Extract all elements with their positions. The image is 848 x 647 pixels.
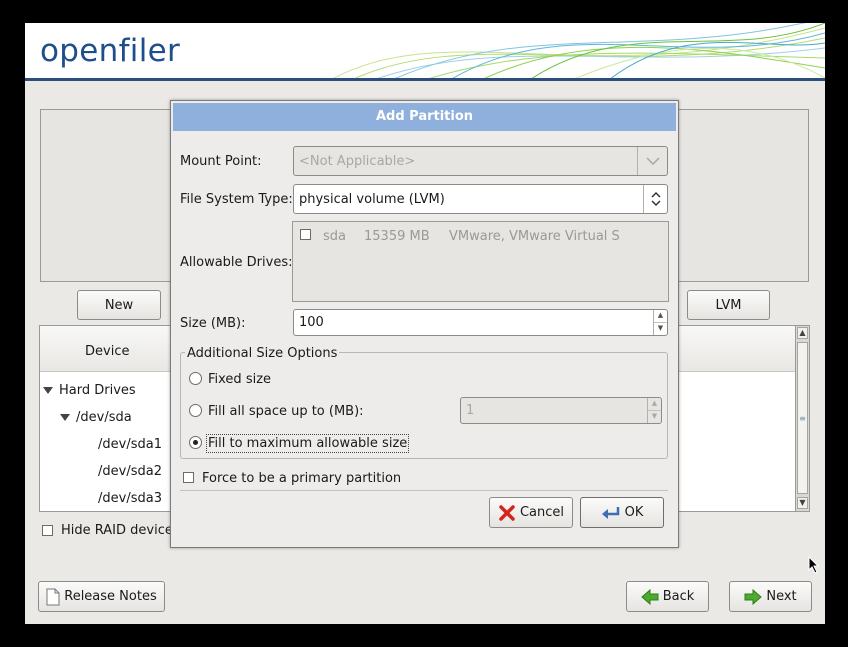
drive-model: VMware, VMware Virtual S (449, 229, 620, 244)
new-button[interactable]: New (77, 290, 161, 320)
mouse-pointer-icon (808, 556, 820, 574)
document-icon (46, 588, 60, 605)
fill-up-to-spinbutton: 1 ▲ ▼ (460, 397, 662, 424)
expander-icon[interactable] (60, 414, 70, 421)
tree-row[interactable]: /dev/sda (60, 410, 132, 425)
enter-arrow-icon (601, 506, 619, 519)
hide-raid-checkbox[interactable] (42, 525, 53, 536)
cancel-x-icon (499, 504, 515, 521)
tree-row-label: /dev/sda3 (98, 491, 162, 506)
tree-row[interactable]: /dev/sda2 (98, 464, 162, 479)
tree-row-label: /dev/sda1 (98, 437, 162, 452)
drive-name: sda (323, 229, 346, 244)
spin-down-icon[interactable]: ▼ (654, 323, 667, 336)
tree-row-label: /dev/sda (76, 410, 132, 425)
size-spinbutton[interactable]: 100 ▲ ▼ (293, 309, 668, 336)
hide-raid-label: Hide RAID device/ (61, 523, 178, 538)
updown-arrows-icon[interactable] (643, 185, 667, 213)
column-device[interactable]: Device (85, 344, 129, 359)
release-notes-label: Release Notes (64, 589, 157, 604)
banner-swoosh (333, 23, 825, 78)
spin-up-icon: ▲ (648, 398, 661, 411)
fixed-size-radio[interactable] (189, 372, 202, 385)
back-arrow-icon (640, 588, 659, 605)
new-button-label: New (104, 297, 134, 313)
fs-type-value: physical volume (LVM) (299, 191, 445, 207)
back-button[interactable]: Back (626, 581, 709, 612)
spin-up-icon[interactable]: ▲ (654, 310, 667, 323)
fs-type-label: File System Type: (180, 192, 293, 207)
fill-up-to-radio[interactable] (189, 404, 202, 417)
fill-up-to-stepper: ▲ ▼ (647, 398, 661, 423)
fill-max-radio[interactable] (189, 436, 202, 449)
mount-point-label: Mount Point: (180, 154, 262, 169)
dialog-title: Add Partition (173, 103, 676, 131)
mount-point-combo: <Not Applicable> (293, 146, 668, 176)
fs-type-combo[interactable]: physical volume (LVM) (293, 184, 668, 214)
allowable-drives-list[interactable]: sda 15359 MB VMware, VMware Virtual S (292, 221, 669, 302)
drive-checkbox[interactable] (300, 229, 311, 240)
lvm-button[interactable]: LVM (687, 290, 770, 320)
tree-row[interactable]: Hard Drives (43, 383, 136, 398)
chevron-down-icon (637, 147, 667, 175)
next-button[interactable]: Next (729, 581, 812, 612)
force-primary-checkbox[interactable] (183, 472, 194, 483)
add-partition-dialog: Add Partition Mount Point: <Not Applicab… (170, 100, 679, 548)
ok-button-label: OK (624, 505, 644, 520)
size-options-title: Additional Size Options (185, 346, 340, 361)
tree-row-label: /dev/sda2 (98, 464, 162, 479)
spin-down-icon: ▼ (651, 411, 658, 420)
next-arrow-icon (744, 588, 763, 605)
scroll-down-icon[interactable]: ▼ (797, 497, 808, 509)
cancel-button[interactable]: Cancel (489, 497, 573, 528)
scroll-up-icon[interactable]: ▲ (797, 327, 808, 339)
scroll-thumb[interactable]: ≡ (797, 342, 808, 494)
openfiler-logo: openfiler (40, 33, 181, 69)
back-button-label: Back (662, 589, 695, 604)
tree-row-label: Hard Drives (59, 383, 136, 398)
ok-button[interactable]: OK (580, 497, 664, 528)
allowable-drives-label: Allowable Drives: (180, 255, 293, 270)
fill-max-label: Fill to maximum allowable size (205, 434, 410, 453)
tree-row[interactable]: /dev/sda3 (98, 491, 162, 506)
fill-up-to-value: 1 (466, 403, 475, 418)
cancel-button-label: Cancel (519, 505, 565, 520)
lvm-button-label: LVM (715, 297, 742, 313)
size-label: Size (MB): (180, 316, 246, 331)
expander-icon[interactable] (43, 387, 53, 394)
header-banner: openfiler (25, 23, 825, 78)
size-stepper[interactable]: ▲ ▼ (653, 310, 667, 335)
drive-size: 15359 MB (364, 229, 430, 244)
tree-scrollbar[interactable]: ▲ ≡ ▼ (795, 325, 810, 512)
next-button-label: Next (766, 589, 797, 604)
force-primary-label: Force to be a primary partition (202, 471, 402, 486)
tree-row[interactable]: /dev/sda1 (98, 437, 162, 452)
fixed-size-label: Fixed size (208, 372, 272, 387)
mount-point-value: <Not Applicable> (299, 153, 416, 169)
fill-up-to-label: Fill all space up to (MB): (208, 404, 364, 419)
size-value: 100 (299, 315, 324, 330)
dialog-separator (180, 490, 668, 491)
banner-divider (25, 78, 825, 81)
release-notes-button[interactable]: Release Notes (38, 581, 165, 612)
